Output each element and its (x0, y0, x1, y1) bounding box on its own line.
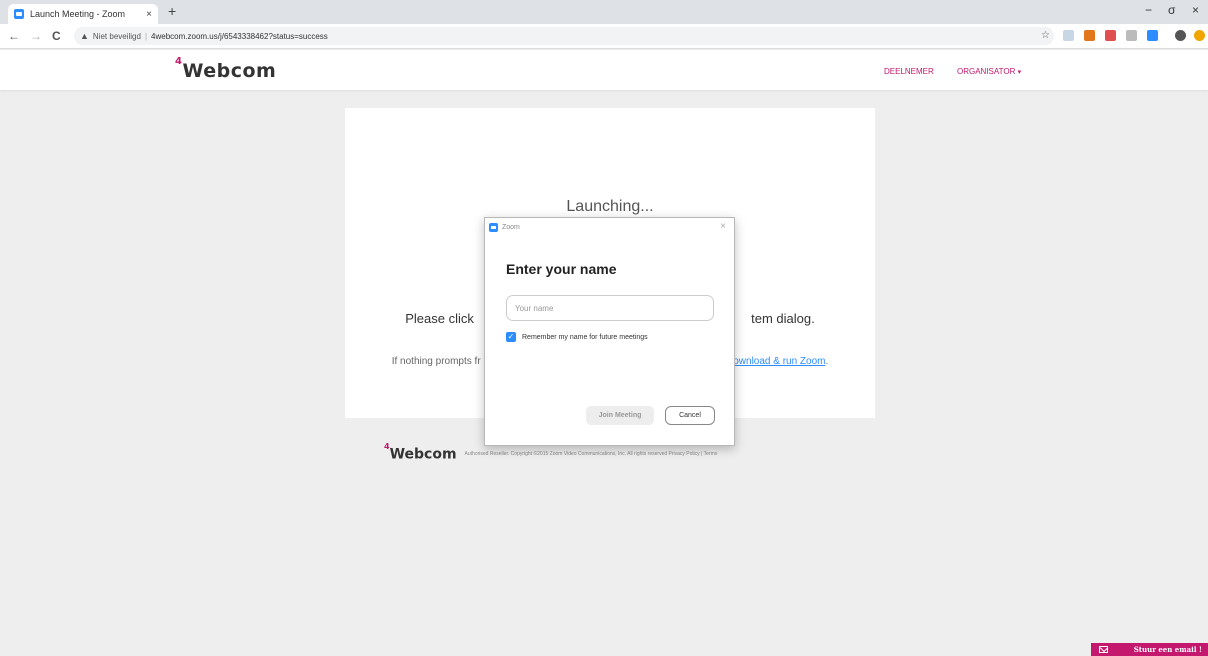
dialog-heading: Enter your name (506, 261, 617, 277)
join-meeting-button[interactable]: Join Meeting (586, 406, 654, 425)
nav-organisator-label: ORGANISATOR (957, 67, 1016, 76)
caret-down-icon: ▾ (1017, 69, 1022, 76)
nav-deelnemer[interactable]: DEELNEMER (884, 67, 934, 76)
remember-name-option[interactable]: ✓ Remember my name for future meetings (506, 332, 648, 342)
logo-superscript: 4 (175, 55, 183, 67)
footer-logo-text: Webcom (389, 446, 457, 463)
tab-close-icon[interactable]: × (146, 9, 152, 20)
extension-icon[interactable] (1126, 30, 1137, 41)
dialog-app-title: Zoom (502, 223, 520, 231)
please-text-left: Please click (405, 311, 474, 326)
webcom-logo[interactable]: 4Webcom (175, 56, 277, 82)
logo-text: Webcom (182, 60, 277, 82)
footer-copyright: Authorised Reseller. Copyright ©2015 Zoo… (464, 451, 718, 458)
minimize-icon[interactable]: − (1145, 3, 1152, 17)
footer-logo: 4Webcom (384, 442, 457, 463)
browser-tab[interactable]: Launch Meeting - Zoom × (8, 4, 158, 24)
zoom-extension-icon[interactable] (1147, 30, 1158, 41)
update-icon[interactable] (1194, 30, 1205, 41)
dialog-titlebar: Zoom × (485, 218, 734, 236)
remember-checkbox[interactable]: ✓ (506, 332, 516, 342)
nav-organisator[interactable]: ORGANISATOR ▾ (957, 67, 1021, 76)
metamask-icon[interactable] (1084, 30, 1095, 41)
page-footer: 4Webcom Authorised Reseller. Copyright ©… (384, 442, 718, 463)
footer-logo-superscript: 4 (384, 442, 390, 451)
bookmark-star-icon[interactable]: ☆ (1041, 30, 1050, 41)
site-header: 4Webcom DEELNEMER ORGANISATOR ▾ (0, 50, 1208, 90)
download-run-zoom-link[interactable]: ownload & run Zoom (733, 356, 825, 367)
profile-icon[interactable] (1175, 30, 1186, 41)
name-input[interactable] (506, 295, 714, 321)
forward-icon[interactable]: → (30, 29, 42, 43)
launching-text: Launching... (566, 198, 654, 215)
send-email-button[interactable]: Stuur een email ! (1091, 643, 1208, 656)
security-label: Niet beveiligd (92, 31, 141, 41)
nothing-text-left: If nothing prompts fr (391, 356, 481, 367)
nothing-text-end: . (825, 356, 829, 367)
enter-name-dialog: Zoom × Enter your name ✓ Remember my nam… (484, 217, 735, 446)
cancel-button[interactable]: Cancel (665, 406, 715, 425)
new-tab-button[interactable]: + (168, 3, 176, 19)
browser-toolbar: ← → C ▲ Niet beveiligd | 4webcom.zoom.us… (0, 24, 1208, 49)
zoom-favicon-icon (14, 9, 24, 19)
tab-title: Launch Meeting - Zoom (30, 9, 126, 19)
address-bar[interactable]: ▲ Niet beveiligd | 4webcom.zoom.us/j/654… (74, 27, 1054, 45)
close-window-icon[interactable]: × (1192, 3, 1199, 17)
please-text-right: tem dialog. (751, 311, 815, 326)
extension-icon[interactable] (1105, 30, 1116, 41)
url-text: 4webcom.zoom.us/j/6543338462?status=succ… (151, 31, 328, 41)
warning-icon: ▲ (80, 31, 89, 41)
zoom-icon (489, 222, 498, 232)
mail-icon (1099, 646, 1108, 653)
reload-icon[interactable]: C (52, 29, 61, 43)
send-email-label: Stuur een email ! (1133, 645, 1202, 654)
remember-label: Remember my name for future meetings (522, 333, 648, 341)
extension-icon[interactable] (1063, 30, 1074, 41)
separator: | (144, 31, 148, 41)
dialog-close-icon[interactable]: × (720, 221, 726, 232)
back-icon[interactable]: ← (8, 29, 20, 43)
maximize-icon[interactable]: σ (1168, 3, 1175, 17)
browser-tab-bar: Launch Meeting - Zoom × + − σ × (0, 0, 1208, 24)
